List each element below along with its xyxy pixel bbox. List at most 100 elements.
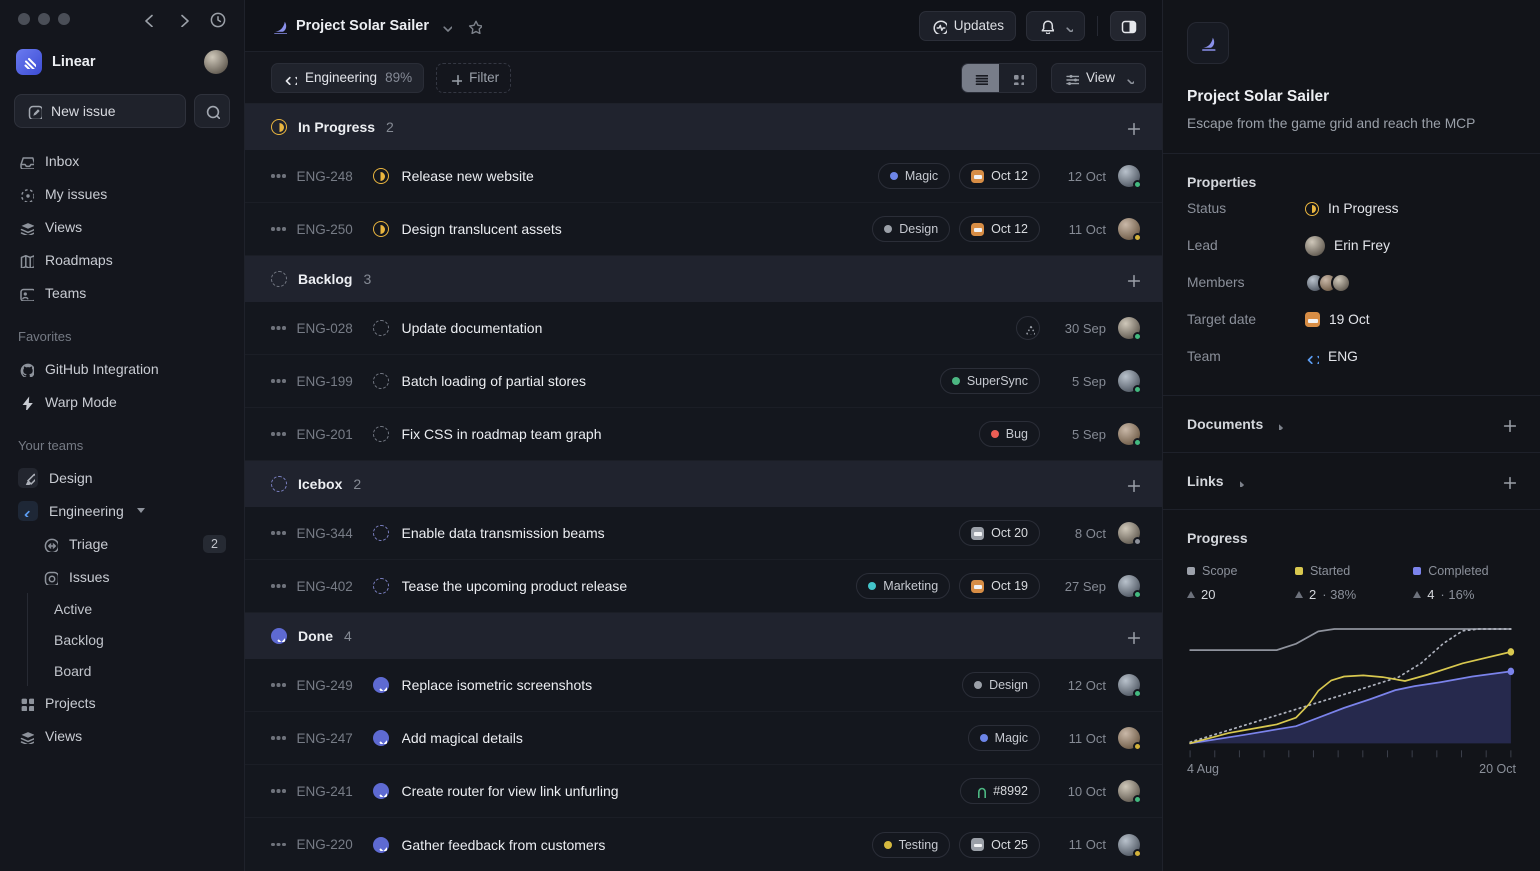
done-status-icon[interactable] — [372, 677, 389, 693]
nav-back-button[interactable] — [140, 11, 156, 27]
icebox-status-icon[interactable] — [372, 578, 389, 594]
issue-row[interactable]: ENG-402 Tease the upcoming product relea… — [245, 560, 1162, 613]
issue-row[interactable]: ENG-199 Batch loading of partial stores … — [245, 355, 1162, 408]
board-view-button[interactable] — [998, 63, 1036, 92]
updates-button[interactable]: Updates — [918, 10, 1016, 41]
assignee-avatar[interactable] — [1118, 674, 1142, 698]
search-button[interactable] — [194, 94, 230, 128]
row-more-button[interactable] — [271, 531, 275, 535]
row-more-button[interactable] — [271, 584, 275, 588]
sidebar-item-teams[interactable]: Teams — [8, 276, 236, 309]
add-document-button[interactable] — [1500, 416, 1516, 432]
add-filter-button[interactable]: Filter — [436, 62, 512, 93]
done-status-icon[interactable] — [372, 783, 389, 799]
label-chip[interactable]: Magic — [877, 163, 951, 189]
chevron-right-icon[interactable] — [1271, 418, 1284, 430]
add-issue-button[interactable] — [1124, 476, 1140, 492]
due-date-chip[interactable]: Oct 25 — [959, 831, 1040, 858]
sidebar-item-views[interactable]: Views — [8, 210, 236, 243]
backlog-status-icon[interactable] — [372, 373, 389, 389]
sidebar-item-projects[interactable]: Projects — [8, 686, 236, 719]
add-issue-button[interactable] — [1124, 271, 1140, 287]
favorite-star-icon[interactable] — [466, 18, 482, 34]
assignee-avatar[interactable] — [1118, 218, 1142, 242]
in-progress-status-icon[interactable] — [372, 168, 389, 184]
milestone-icon[interactable] — [1016, 316, 1040, 340]
row-more-button[interactable] — [271, 432, 275, 436]
issue-row[interactable]: ENG-028 Update documentation 30 Sep — [245, 302, 1162, 355]
due-date-chip[interactable]: Oct 19 — [959, 573, 1040, 599]
backlog-status-icon[interactable] — [372, 426, 389, 442]
lead-property[interactable]: Erin Frey — [1305, 235, 1390, 256]
traffic-light-minimize[interactable] — [38, 13, 50, 25]
issue-row[interactable]: ENG-247 Add magical details Magic 11 Oct — [245, 712, 1162, 765]
sidebar-item-active[interactable]: Active — [48, 593, 236, 624]
assignee-avatar[interactable] — [1118, 833, 1142, 858]
history-icon[interactable] — [208, 10, 226, 28]
project-breadcrumb[interactable]: Project Solar Sailer — [271, 18, 452, 34]
label-chip[interactable]: SuperSync — [939, 368, 1040, 394]
view-options-button[interactable]: View — [1050, 62, 1146, 93]
label-chip[interactable]: Magic — [967, 725, 1040, 751]
issue-row[interactable]: ENG-250 Design translucent assets Design… — [245, 203, 1162, 256]
issue-row[interactable]: ENG-248 Release new website Magic Oct 12… — [245, 150, 1162, 203]
label-chip[interactable]: Testing — [871, 831, 951, 858]
workspace-switcher[interactable]: Linear — [0, 42, 244, 82]
traffic-light-zoom[interactable] — [58, 13, 70, 25]
add-link-button[interactable] — [1500, 473, 1516, 489]
favorite-warp-mode[interactable]: Warp Mode — [8, 385, 236, 418]
issue-row[interactable]: ENG-220 Gather feedback from customers T… — [245, 818, 1162, 871]
team-design[interactable]: Design — [8, 461, 236, 494]
sidebar-item-backlog[interactable]: Backlog — [48, 624, 236, 655]
favorite-github-integration[interactable]: GitHub Integration — [8, 352, 236, 385]
label-chip[interactable]: Bug — [978, 421, 1040, 447]
nav-forward-button[interactable] — [174, 11, 190, 27]
pull-request-chip[interactable]: #8992 — [960, 778, 1040, 804]
sidebar-item-roadmaps[interactable]: Roadmaps — [8, 243, 236, 276]
issue-row[interactable]: ENG-249 Replace isometric screenshots De… — [245, 659, 1162, 712]
team-engineering[interactable]: Engineering — [8, 494, 236, 527]
label-chip[interactable]: Design — [962, 672, 1040, 698]
team-filter-chip[interactable]: Engineering 89% — [271, 62, 425, 93]
sidebar-item-issues[interactable]: Issues — [8, 560, 236, 593]
due-date-chip[interactable]: Oct 12 — [959, 216, 1040, 242]
issue-row[interactable]: ENG-241 Create router for view link unfu… — [245, 765, 1162, 818]
status-property[interactable]: In Progress — [1305, 201, 1399, 216]
members-property[interactable] — [1305, 272, 1351, 293]
add-issue-button[interactable] — [1124, 119, 1140, 135]
new-issue-button[interactable]: New issue — [14, 94, 186, 128]
issue-row[interactable]: ENG-344 Enable data transmission beams O… — [245, 507, 1162, 560]
assignee-avatar[interactable] — [1118, 780, 1142, 804]
label-chip[interactable]: Marketing — [856, 573, 951, 599]
assignee-avatar[interactable] — [1118, 317, 1142, 341]
due-date-chip[interactable]: Oct 20 — [959, 520, 1040, 546]
notifications-button[interactable] — [1026, 10, 1085, 41]
label-chip[interactable]: Design — [872, 216, 951, 242]
assignee-avatar[interactable] — [1118, 575, 1142, 599]
row-more-button[interactable] — [271, 789, 275, 793]
user-avatar[interactable] — [204, 50, 228, 74]
row-more-button[interactable] — [271, 326, 275, 330]
add-issue-button[interactable] — [1124, 628, 1140, 644]
project-icon-badge[interactable] — [1187, 22, 1229, 64]
done-status-icon[interactable] — [372, 730, 389, 746]
row-more-button[interactable] — [271, 842, 275, 847]
issue-row[interactable]: ENG-201 Fix CSS in roadmap team graph Bu… — [245, 408, 1162, 461]
row-more-button[interactable] — [271, 683, 275, 687]
row-more-button[interactable] — [271, 174, 275, 178]
done-status-icon[interactable] — [372, 836, 389, 853]
chevron-down-icon[interactable] — [438, 19, 452, 33]
row-more-button[interactable] — [271, 227, 275, 231]
team-property[interactable]: ENG — [1305, 349, 1358, 364]
assignee-avatar[interactable] — [1118, 522, 1142, 546]
sidebar-item-board[interactable]: Board — [48, 655, 236, 686]
row-more-button[interactable] — [271, 736, 275, 740]
target-date-property[interactable]: 19 Oct — [1305, 312, 1370, 327]
assignee-avatar[interactable] — [1118, 423, 1142, 447]
icebox-status-icon[interactable] — [372, 525, 389, 541]
traffic-light-close[interactable] — [18, 13, 30, 25]
sidebar-item-triage[interactable]: Triage 2 — [8, 527, 236, 560]
due-date-chip[interactable]: Oct 12 — [959, 163, 1040, 189]
sidebar-item-my-issues[interactable]: My issues — [8, 177, 236, 210]
backlog-status-icon[interactable] — [372, 320, 389, 336]
